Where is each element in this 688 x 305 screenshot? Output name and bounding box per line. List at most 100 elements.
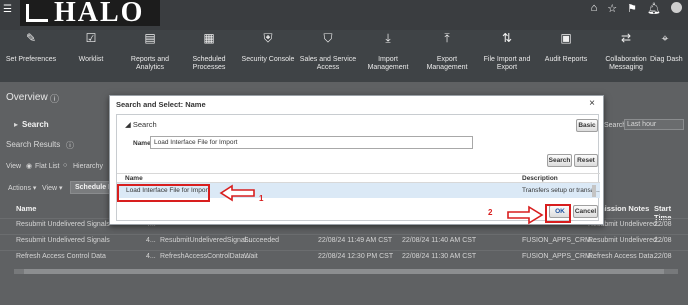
calendar-icon: ▦ <box>203 31 215 45</box>
nav-file-import-export[interactable]: ⇅ File Import and Export <box>476 32 538 72</box>
actions-menu[interactable]: Actions ▾ <box>8 184 36 192</box>
time-filter-value: Last hour <box>627 121 657 128</box>
results-column-name[interactable]: Name <box>125 175 143 182</box>
row-id: 4... <box>146 237 156 244</box>
page-title: Overview <box>6 92 48 103</box>
header-icons: ⌂ ☆ ⚑ 🔔︎ <box>591 2 682 15</box>
home-icon[interactable]: ⌂ <box>591 2 598 15</box>
row-status: Succeeded <box>244 237 280 244</box>
nav-export-management[interactable]: ⤒ Export Management <box>416 31 478 72</box>
highlight-result-row <box>117 184 210 202</box>
row-id: 4... <box>146 253 156 260</box>
brand-logo[interactable]: HALO <box>20 0 160 28</box>
nav-diag-dash[interactable]: ⌖ Diag Dash <box>650 31 688 64</box>
shield-icon: ⛨ <box>263 31 273 45</box>
hierarchy-radio[interactable]: ○ <box>63 162 67 169</box>
name-input[interactable]: Load Interface File for Import <box>150 136 473 149</box>
row-start: 22/08 <box>654 237 672 244</box>
nav-worklist[interactable]: ☑ Worklist <box>60 31 122 64</box>
preferences-icon: ✎ <box>25 31 37 45</box>
nav-set-preferences[interactable]: ✎ Set Preferences <box>0 31 62 64</box>
nav-label: Reports and Analytics <box>130 56 170 71</box>
nav-audit-reports[interactable]: ▣ Audit Reports <box>535 31 597 64</box>
highlight-ok-button <box>545 204 571 223</box>
logo-text: HALO <box>54 0 145 28</box>
nav-label: Worklist <box>78 56 104 63</box>
flat-list-radio[interactable]: ◉ <box>26 162 32 170</box>
row-submitter: FUSION_APPS_CRM... <box>522 237 597 244</box>
search-section-label: Search <box>22 120 49 129</box>
cancel-button[interactable]: Cancel <box>573 205 598 218</box>
bell-icon[interactable]: 🔔︎ <box>647 2 661 15</box>
nav-label: Collaboration Messaging <box>605 56 647 71</box>
hierarchy-label: Hierarchy <box>73 163 103 170</box>
diagnostic-icon: ⌖ <box>661 31 669 45</box>
view-menu[interactable]: View ▾ <box>42 184 63 192</box>
result-description: Transfers setup or transa... <box>522 187 600 194</box>
nav-label: Sales and Service Access <box>299 56 357 71</box>
row-submitter: FUSION_APPS_CRM... <box>522 253 597 260</box>
nav-label: Export Management <box>426 56 468 71</box>
shield-check-icon: ⛉ <box>323 31 333 45</box>
nav-label: File Import and Export <box>483 56 531 71</box>
table-row[interactable]: Refresh Access Control Data 4... Refresh… <box>0 250 688 262</box>
row-status: Wait <box>244 253 258 260</box>
nav-security-console[interactable]: ⛨ Security Console <box>237 31 299 64</box>
name-label: Name <box>133 140 151 147</box>
navigation-strip: ✎ Set Preferences ☑ Worklist ▤ Reports a… <box>0 30 688 82</box>
horizontal-scrollbar[interactable] <box>14 269 678 274</box>
scrollbar-thumb[interactable] <box>24 269 664 274</box>
view-menu-label: View <box>42 185 58 192</box>
help-icon[interactable]: ⓘ <box>50 92 59 105</box>
column-header-name[interactable]: Name <box>16 204 36 213</box>
star-icon[interactable]: ☆ <box>607 2 617 15</box>
arrows-icon: ⇄ <box>620 31 632 45</box>
row-submitted: 22/08/24 12:30 PM CST <box>318 253 394 260</box>
search-expand-icon[interactable]: ▸ <box>14 120 18 129</box>
flat-list-label: Flat List <box>35 163 60 170</box>
flag-icon[interactable]: ⚑ <box>627 2 637 15</box>
clipboard-icon: ☑ <box>85 31 97 45</box>
nav-reports-analytics[interactable]: ▤ Reports and Analytics <box>119 32 181 72</box>
time-filter-select[interactable]: Last hour <box>624 119 684 130</box>
search-button[interactable]: Search <box>547 154 572 167</box>
results-scrollbar[interactable] <box>592 185 596 197</box>
row-name: Refresh Access Control Data <box>16 253 106 260</box>
user-icon[interactable] <box>671 2 682 13</box>
step-number-2: 2 <box>488 208 493 217</box>
top-header: ☰ HALO ⌂ ☆ ⚑ 🔔︎ <box>0 0 688 30</box>
audit-icon: ▣ <box>560 31 572 45</box>
arrow-right-icon <box>507 205 544 225</box>
nav-label: Set Preferences <box>5 56 57 63</box>
results-header: Name Description <box>117 173 600 183</box>
nav-label: Diag Dash <box>650 56 683 63</box>
search-section-label: Search <box>132 120 157 129</box>
results-column-description[interactable]: Description <box>522 175 558 182</box>
row-notes: Resubmit Undelivered... <box>588 237 663 244</box>
close-icon[interactable]: × <box>589 98 595 109</box>
nav-sales-service-access[interactable]: ⛉ Sales and Service Access <box>297 31 359 72</box>
row-name: Resubmit Undelivered Signals <box>16 221 110 228</box>
actions-menu-label: Actions <box>8 185 31 192</box>
step-number-1: 1 <box>259 194 264 203</box>
nav-collaboration-messaging[interactable]: ⇄ Collaboration Messaging <box>595 31 657 72</box>
nav-import-management[interactable]: ⤓ Import Management <box>357 32 419 72</box>
basic-button[interactable]: Basic <box>576 119 598 132</box>
table-row[interactable]: Resubmit Undelivered Signals 4... Resubm… <box>0 234 688 246</box>
row-submitted: 22/08/24 11:49 AM CST <box>318 237 393 244</box>
row-process: RefreshAccessControlData... <box>160 253 251 260</box>
column-header-notes[interactable]: mission Notes <box>598 204 649 213</box>
row-start: 22/08 <box>654 253 672 260</box>
search-results-help-icon[interactable]: ⓘ <box>66 140 74 151</box>
nav-label: Audit Reports <box>544 56 588 63</box>
row-notes: Refresh Access Data... <box>588 253 660 260</box>
hamburger-icon[interactable]: ☰ <box>3 4 12 15</box>
right-search-label: Search <box>604 122 627 129</box>
nav-label: Scheduled Processes <box>192 56 226 71</box>
reset-button[interactable]: Reset <box>574 154 598 167</box>
row-process: ResubmitUndeliveredSignal... <box>160 237 253 244</box>
search-section-header[interactable]: ◢ Search <box>125 120 157 129</box>
row-name: Resubmit Undelivered Signals <box>16 237 110 244</box>
upload-icon: ⤒ <box>444 31 450 45</box>
nav-scheduled-processes[interactable]: ▦ Scheduled Processes <box>178 31 240 72</box>
